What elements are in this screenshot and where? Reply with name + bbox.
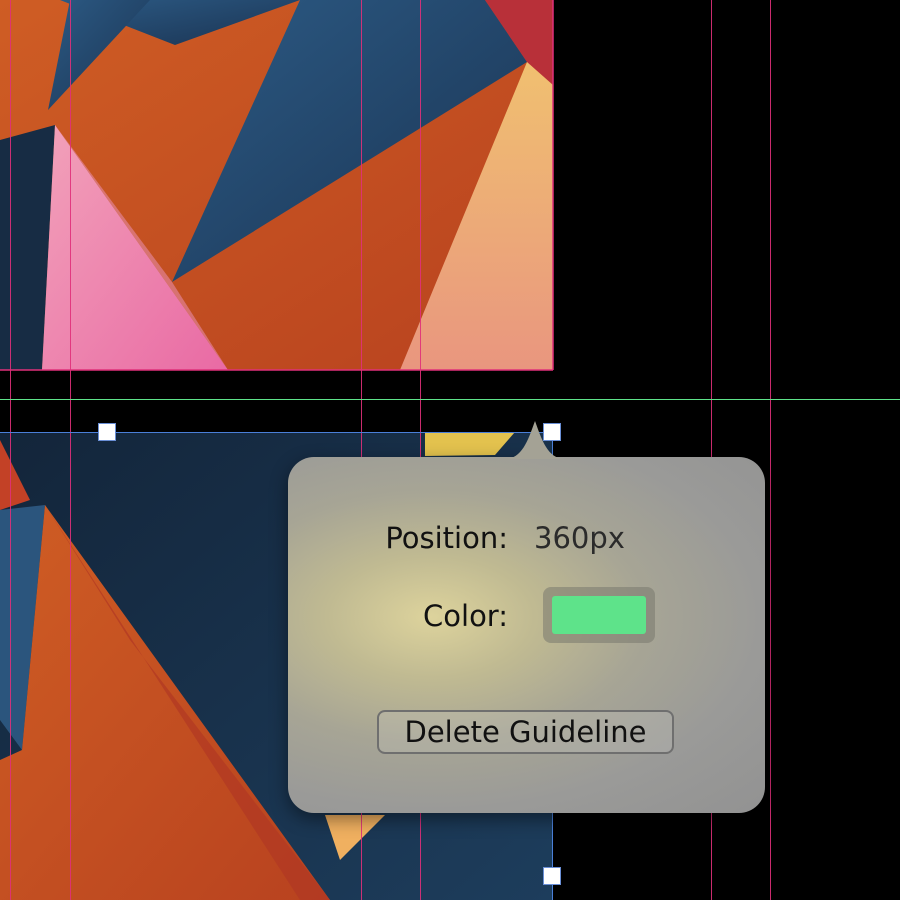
selection-handle-top-middle[interactable] <box>98 423 116 441</box>
popover-arrow <box>505 421 565 459</box>
selection-handle-bottom-right[interactable] <box>543 867 561 885</box>
vertical-guide[interactable] <box>70 0 71 900</box>
canvas-area[interactable]: Position: 360px Color: Delete Guideline <box>0 0 900 900</box>
position-label: Position: <box>385 521 508 555</box>
selected-horizontal-guide[interactable] <box>0 399 900 400</box>
delete-guideline-button[interactable]: Delete Guideline <box>377 710 674 754</box>
color-label: Color: <box>423 599 508 633</box>
upper-artwork <box>0 0 554 371</box>
position-value[interactable]: 360px <box>534 521 625 555</box>
guide-color-swatch[interactable] <box>552 596 646 634</box>
vertical-guide[interactable] <box>10 0 11 900</box>
color-well[interactable] <box>543 587 655 643</box>
guideline-popover: Position: 360px Color: Delete Guideline <box>288 421 765 813</box>
selection-bound-top <box>0 432 553 433</box>
vertical-guide[interactable] <box>770 0 771 900</box>
